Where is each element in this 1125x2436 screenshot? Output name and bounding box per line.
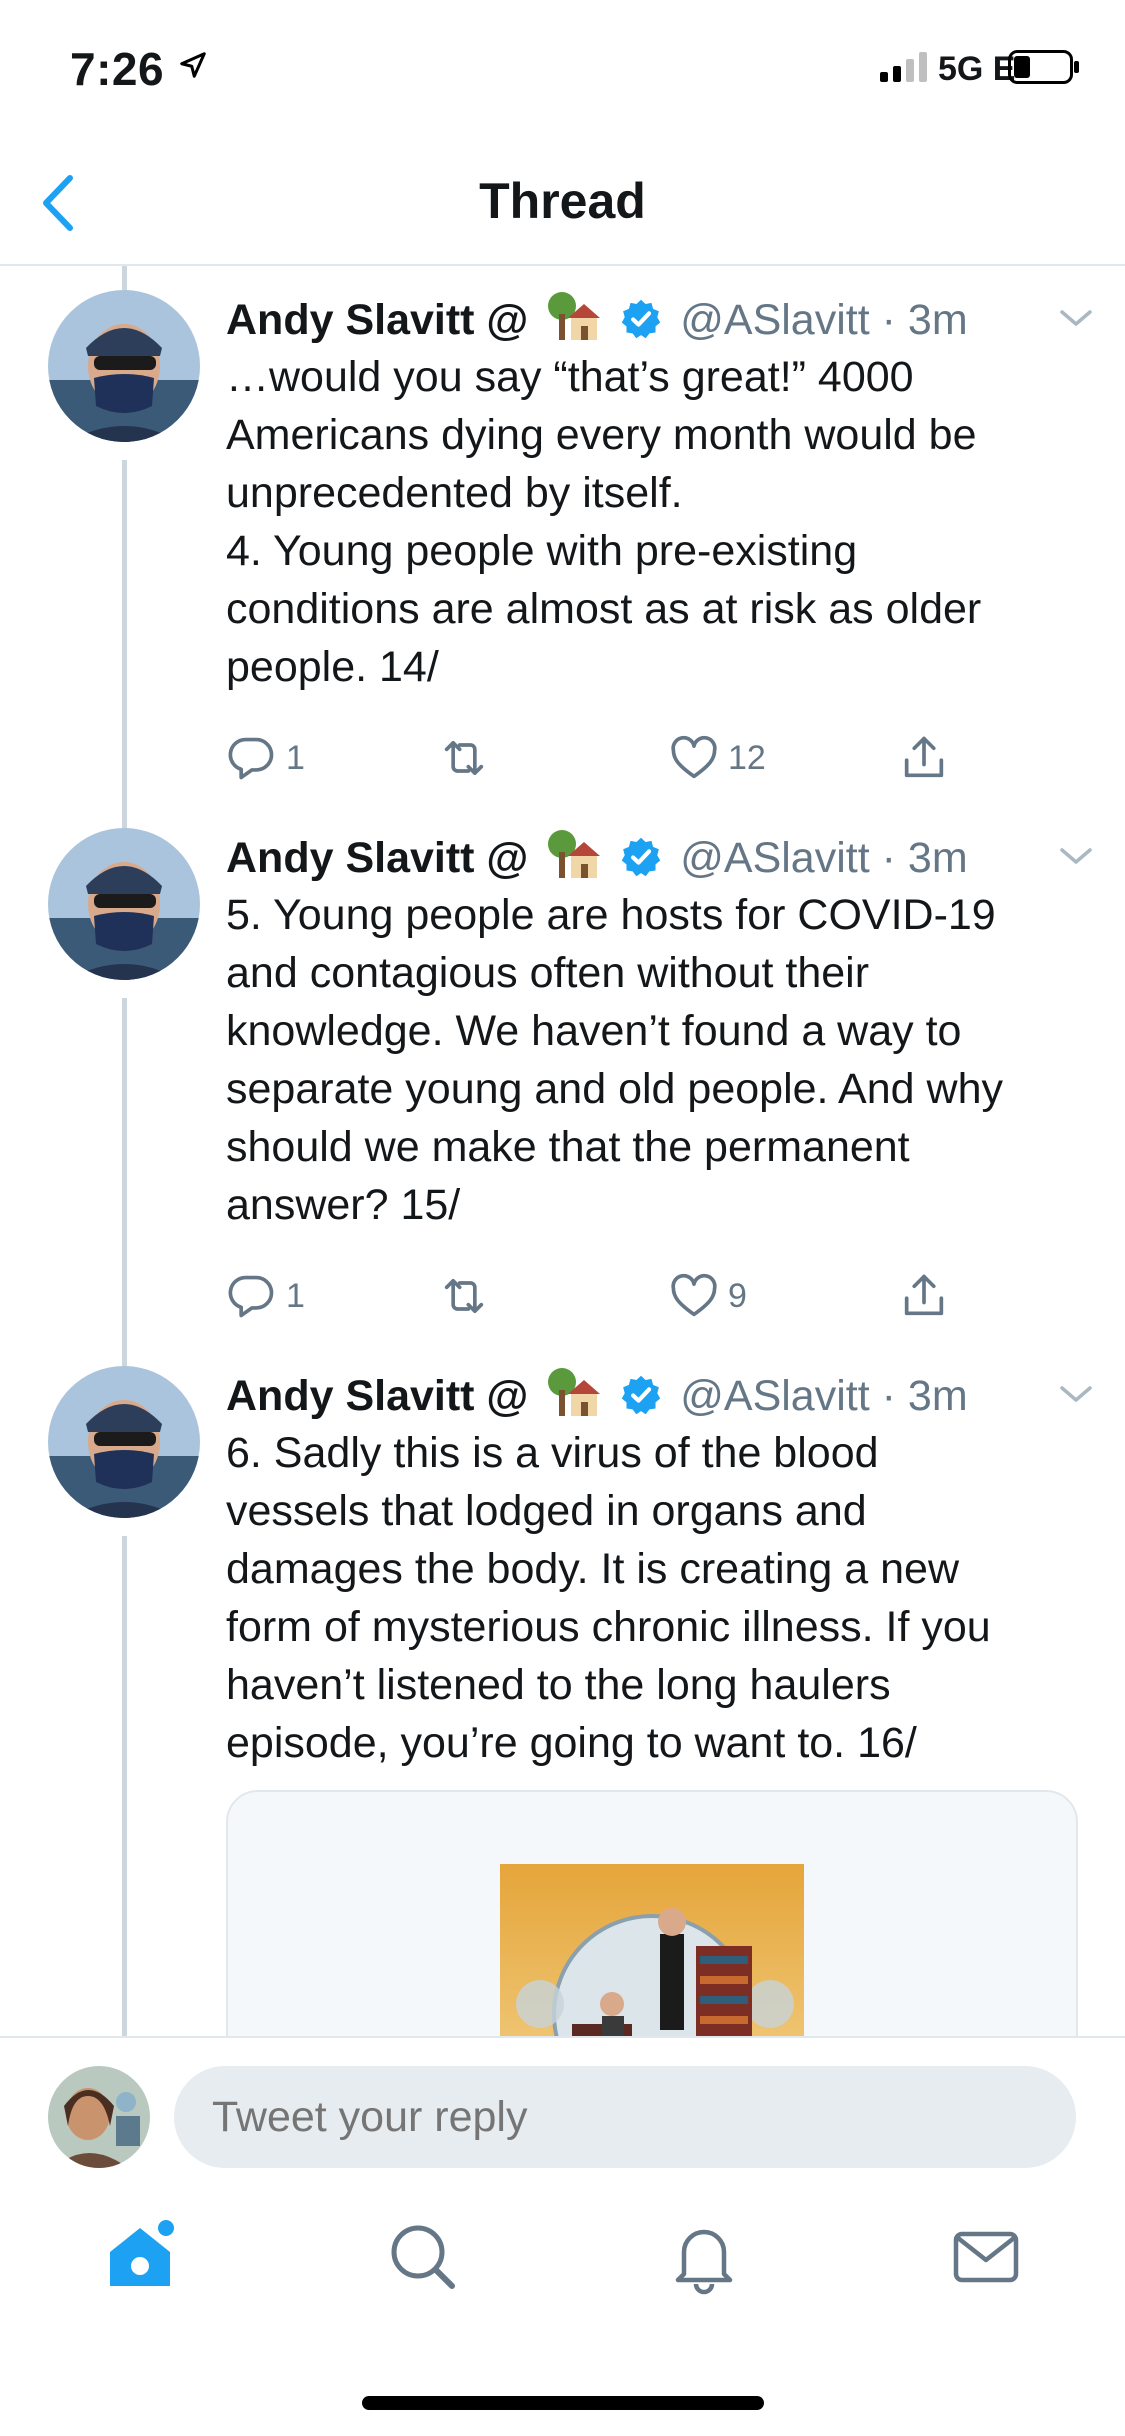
cellular-signal-icon xyxy=(880,52,927,82)
like-button[interactable]: 12 xyxy=(668,718,766,798)
author-handle: @ASlavitt xyxy=(680,834,870,882)
page-title: Thread xyxy=(479,173,646,229)
author-name[interactable]: Andy Slavitt @ xyxy=(226,296,528,344)
tweet-actions: 1 12 xyxy=(226,718,1086,798)
tweet-time: 3m xyxy=(907,296,968,344)
tweet-header: Andy Slavitt @ @ASlavitt · 3m xyxy=(226,828,1092,886)
network-type: 5G E xyxy=(938,50,1016,88)
chevron-down-icon[interactable] xyxy=(1056,842,1096,870)
messages-icon[interactable] xyxy=(946,2216,1026,2296)
tweet-16[interactable]: Andy Slavitt @ @ASlavitt · 3m 6. Sadly t… xyxy=(0,1338,1125,2036)
chevron-down-icon[interactable] xyxy=(1056,304,1096,332)
share-button[interactable] xyxy=(898,718,958,798)
reply-count: 1 xyxy=(286,1276,305,1315)
tweet-text: 6. Sadly this is a virus of the blood ve… xyxy=(226,1429,991,1767)
home-icon[interactable] xyxy=(100,2216,180,2296)
retweet-icon xyxy=(444,1278,484,1314)
tweet-header: Andy Slavitt @ @ASlavitt · 3m xyxy=(226,290,1092,348)
thread-connector xyxy=(122,800,127,828)
author-name[interactable]: Andy Slavitt @ xyxy=(226,834,528,882)
like-button[interactable]: 9 xyxy=(668,1256,747,1336)
avatar[interactable] xyxy=(48,1366,200,1518)
house-tree-emoji-icon xyxy=(548,830,601,878)
retweet-icon xyxy=(444,740,484,776)
reply-count: 1 xyxy=(286,738,305,777)
retweet-button[interactable] xyxy=(438,718,498,798)
thread-connector xyxy=(122,1338,127,1366)
thread-list[interactable]: Andy Slavitt @ @ASlavitt · 3m …would you… xyxy=(0,266,1125,2036)
tweet-15[interactable]: Andy Slavitt @ @ASlavitt · 3m 5. Young p… xyxy=(0,800,1125,1338)
thread-connector xyxy=(122,1536,127,2036)
notifications-icon[interactable] xyxy=(664,2216,744,2296)
current-user-avatar[interactable] xyxy=(48,2066,150,2168)
tweet-actions: 1 9 xyxy=(226,1256,1086,1336)
link-card[interactable] xyxy=(226,1790,1078,2036)
share-icon xyxy=(904,736,944,778)
search-icon[interactable] xyxy=(382,2216,462,2296)
thread-connector xyxy=(122,460,127,800)
home-indicator[interactable] xyxy=(362,2396,764,2410)
separator-dot: · xyxy=(881,1372,896,1420)
retweet-button[interactable] xyxy=(438,1256,498,1336)
tweet-header: Andy Slavitt @ @ASlavitt · 3m xyxy=(226,1366,1092,1424)
tweet-text: 5. Young people are hosts for COVID-19 a… xyxy=(226,891,1003,1229)
tweet-text: …would you say “that’s great!” 4000 Amer… xyxy=(226,353,982,691)
reply-button[interactable]: 1 xyxy=(226,718,305,798)
reply-button[interactable]: 1 xyxy=(226,1256,305,1336)
battery-icon xyxy=(1008,50,1079,84)
author-name[interactable]: Andy Slavitt @ xyxy=(226,1372,528,1420)
like-icon xyxy=(671,735,717,779)
separator-dot: · xyxy=(881,296,896,344)
verified-badge-icon xyxy=(622,837,661,877)
separator-dot: · xyxy=(881,834,896,882)
status-bar: 7:26 5G E xyxy=(0,0,1125,140)
podcast-artwork-image xyxy=(500,1864,804,2036)
chevron-down-icon[interactable] xyxy=(1056,1380,1096,1408)
avatar[interactable] xyxy=(48,828,200,980)
reply-icon xyxy=(228,737,274,780)
like-count: 9 xyxy=(728,1276,747,1315)
house-tree-emoji-icon xyxy=(548,1368,601,1416)
house-tree-emoji-icon xyxy=(548,292,601,340)
tweet-14[interactable]: Andy Slavitt @ @ASlavitt · 3m …would you… xyxy=(0,290,1125,800)
like-count: 12 xyxy=(728,738,766,777)
share-icon xyxy=(904,1274,944,1316)
verified-badge-icon xyxy=(622,299,661,339)
reply-input[interactable] xyxy=(174,2066,1076,2168)
thread-header: Thread xyxy=(0,140,1125,266)
author-handle: @ASlavitt xyxy=(680,1372,870,1420)
avatar[interactable] xyxy=(48,290,200,442)
author-handle: @ASlavitt xyxy=(680,296,870,344)
share-button[interactable] xyxy=(898,1256,958,1336)
thread-connector xyxy=(122,998,127,1338)
thread-connector xyxy=(122,266,127,290)
location-arrow-icon xyxy=(180,52,206,78)
tweet-time: 3m xyxy=(907,1372,968,1420)
reply-bar xyxy=(0,2036,1125,2176)
status-time: 7:26 xyxy=(70,43,165,95)
tweet-time: 3m xyxy=(907,834,968,882)
verified-badge-icon xyxy=(622,1375,661,1415)
like-icon xyxy=(671,1273,717,1317)
reply-icon xyxy=(228,1275,274,1318)
